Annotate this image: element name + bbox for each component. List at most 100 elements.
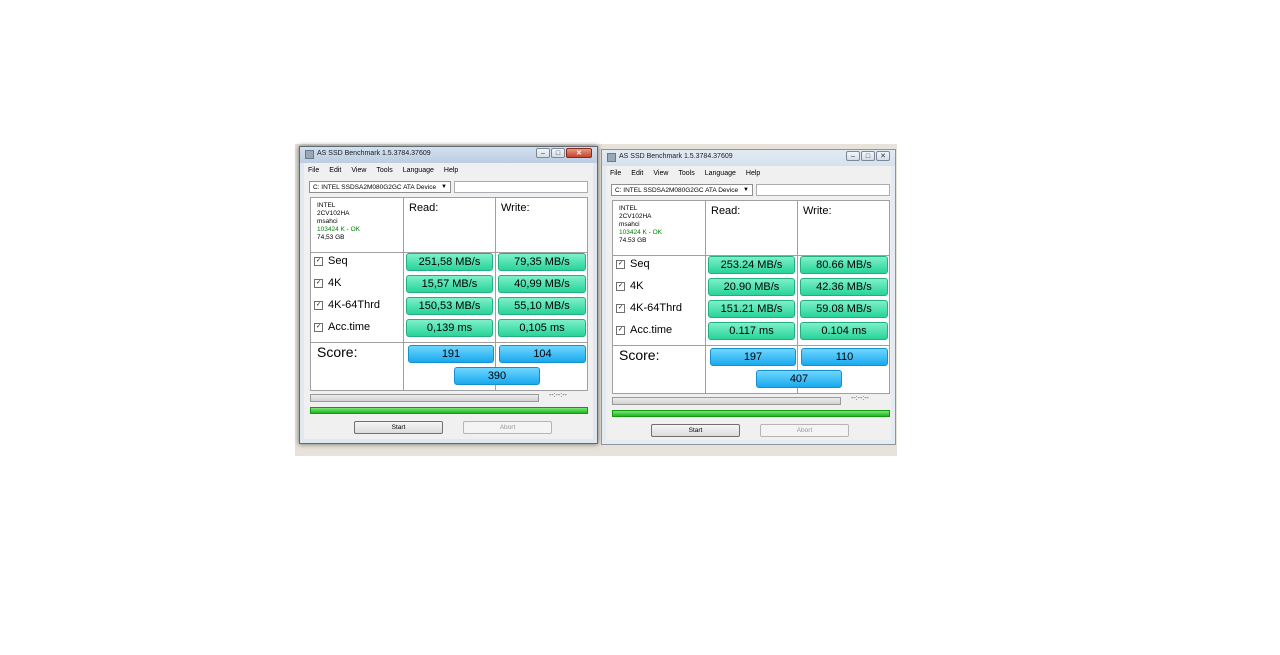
menu-edit[interactable]: Edit (329, 167, 341, 174)
close-button[interactable]: ✕ (876, 151, 890, 161)
window-client-area: File Edit View Tools Language Help C: IN… (304, 163, 593, 439)
menu-bar: File Edit View Tools Language Help (308, 167, 468, 174)
4k-64thrd-read-value: 151.21 MB/s (708, 300, 795, 318)
score-write: 104 (499, 345, 586, 363)
seq-checkbox[interactable]: ✓ (616, 259, 625, 269)
drive-firmware: 2CV102HA (619, 213, 652, 220)
benchmark-window-1: AS SSD Benchmark 1.5.3784.37609 – □ ✕ Fi… (299, 146, 598, 444)
start-button[interactable]: Start (651, 424, 740, 437)
menu-bar: File Edit View Tools Language Help (610, 170, 770, 177)
read-header: Read: (711, 205, 741, 217)
score-read: 191 (408, 345, 494, 363)
row-seq: ✓ Seq (616, 258, 650, 270)
row-label-4k: 4K (328, 277, 342, 289)
row-acc-time: ✓ Acc.time (314, 321, 370, 333)
start-button[interactable]: Start (354, 421, 443, 434)
menu-view[interactable]: View (653, 170, 668, 177)
menu-tools[interactable]: Tools (678, 170, 694, 177)
acc-time-read-value: 0.117 ms (708, 322, 795, 340)
minimize-button[interactable]: – (846, 151, 860, 161)
acc-time-read-value: 0,139 ms (406, 319, 493, 337)
row-label-4k: 4K (630, 280, 644, 292)
seq-read-value: 251,58 MB/s (406, 253, 493, 271)
4k-read-value: 20.90 MB/s (708, 278, 795, 296)
maximize-button[interactable]: □ (551, 148, 565, 158)
drive-alignment: 103424 K - OK (619, 229, 662, 236)
menu-language[interactable]: Language (403, 167, 434, 174)
progress-bar (310, 394, 539, 402)
seq-write-value: 79,35 MB/s (498, 253, 586, 271)
acc-time-checkbox[interactable]: ✓ (314, 322, 323, 332)
abort-button[interactable]: Abort (463, 421, 552, 434)
drive-capacity: 74.53 GB (619, 237, 647, 244)
test-size-field[interactable] (756, 184, 890, 196)
title-bar[interactable]: AS SSD Benchmark 1.5.3784.37609 – □ ✕ (602, 150, 895, 166)
4k-64thrd-checkbox[interactable]: ✓ (314, 300, 323, 310)
title-bar[interactable]: AS SSD Benchmark 1.5.3784.37609 – □ ✕ (300, 147, 597, 163)
row-4k-64thrd: ✓ 4K-64Thrd (314, 299, 380, 311)
acc-time-write-value: 0,105 ms (498, 319, 586, 337)
drive-info: INTEL 2CV102HA msahci 103424 K - OK 74,5… (317, 202, 360, 242)
4k-write-value: 42.36 MB/s (800, 278, 888, 296)
row-label-acc-time: Acc.time (630, 324, 673, 336)
app-icon (607, 153, 616, 162)
acc-time-write-value: 0.104 ms (800, 322, 888, 340)
score-total: 390 (454, 367, 540, 385)
dropdown-arrow-icon: ▼ (743, 187, 749, 193)
drive-driver: msahci (317, 218, 338, 225)
total-progress-bar (612, 410, 890, 417)
4k-write-value: 40,99 MB/s (498, 275, 586, 293)
score-label: Score: (619, 347, 660, 363)
score-total: 407 (756, 370, 842, 388)
abort-button[interactable]: Abort (760, 424, 849, 437)
elapsed-time: --:--:-- (851, 395, 869, 402)
drive-select[interactable]: C: INTEL SSDSA2M080G2GC ATA Device ▼ (611, 184, 753, 196)
4k-64thrd-read-value: 150,53 MB/s (406, 297, 493, 315)
score-write: 110 (801, 348, 888, 366)
row-4k: ✓ 4K (314, 277, 341, 289)
menu-tools[interactable]: Tools (376, 167, 392, 174)
drive-capacity: 74,53 GB (317, 234, 345, 241)
row-seq: ✓ Seq (314, 255, 348, 267)
row-label-seq: Seq (328, 255, 348, 267)
drive-vendor: INTEL (317, 202, 336, 209)
menu-language[interactable]: Language (705, 170, 736, 177)
4k-64thrd-write-value: 55,10 MB/s (498, 297, 586, 315)
4k-checkbox[interactable]: ✓ (616, 281, 625, 291)
app-icon (305, 150, 314, 159)
minimize-button[interactable]: – (536, 148, 550, 158)
menu-edit[interactable]: Edit (631, 170, 643, 177)
menu-file[interactable]: File (308, 167, 319, 174)
menu-view[interactable]: View (351, 167, 366, 174)
test-size-field[interactable] (454, 181, 588, 193)
row-label-4k-64thrd: 4K-64Thrd (630, 302, 682, 314)
maximize-button[interactable]: □ (861, 151, 875, 161)
write-header: Write: (501, 202, 530, 214)
drive-select[interactable]: C: INTEL SSDSA2M080G2GC ATA Device ▼ (309, 181, 451, 193)
close-button[interactable]: ✕ (566, 148, 592, 158)
benchmark-window-2: AS SSD Benchmark 1.5.3784.37609 – □ ✕ Fi… (601, 149, 896, 445)
results-grid: INTEL 2CV102HA msahci 103424 K - OK 74.5… (612, 200, 890, 394)
elapsed-time: --:--:-- (549, 392, 567, 399)
dropdown-arrow-icon: ▼ (441, 184, 447, 190)
window-title: AS SSD Benchmark 1.5.3784.37609 (317, 150, 431, 157)
score-label: Score: (317, 344, 358, 360)
drive-driver: msahci (619, 221, 640, 228)
row-4k: ✓ 4K (616, 280, 643, 292)
row-4k-64thrd: ✓ 4K-64Thrd (616, 302, 682, 314)
4k-checkbox[interactable]: ✓ (314, 278, 323, 288)
row-label-seq: Seq (630, 258, 650, 270)
drive-vendor: INTEL (619, 205, 638, 212)
menu-file[interactable]: File (610, 170, 621, 177)
window-title: AS SSD Benchmark 1.5.3784.37609 (619, 153, 733, 160)
seq-checkbox[interactable]: ✓ (314, 256, 323, 266)
4k-64thrd-checkbox[interactable]: ✓ (616, 303, 625, 313)
seq-read-value: 253.24 MB/s (708, 256, 795, 274)
drive-select-value: C: INTEL SSDSA2M080G2GC ATA Device (313, 184, 437, 191)
drive-info: INTEL 2CV102HA msahci 103424 K - OK 74.5… (619, 205, 662, 245)
menu-help[interactable]: Help (746, 170, 760, 177)
drive-alignment: 103424 K - OK (317, 226, 360, 233)
menu-help[interactable]: Help (444, 167, 458, 174)
acc-time-checkbox[interactable]: ✓ (616, 325, 625, 335)
results-grid: INTEL 2CV102HA msahci 103424 K - OK 74,5… (310, 197, 588, 391)
